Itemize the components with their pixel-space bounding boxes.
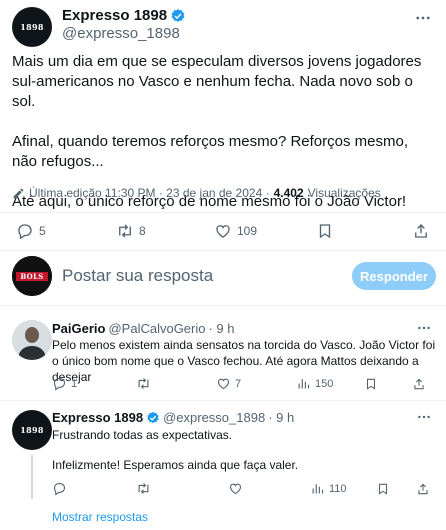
reply-author-handle[interactable]: @expresso_1898	[163, 410, 265, 425]
like-icon	[229, 483, 242, 495]
views-count: 4.402	[273, 186, 304, 200]
reply-icon	[18, 224, 32, 240]
reply-button[interactable]: Responder	[352, 262, 436, 290]
more-icon[interactable]	[416, 409, 432, 425]
avatar-logo-text: 1898	[20, 22, 44, 32]
like-icon	[216, 225, 230, 238]
tweet-action-bar: 5 8 109	[0, 218, 446, 246]
views-count: 150	[315, 377, 334, 390]
like-count: 109	[237, 224, 258, 238]
like-action[interactable]: 7	[216, 376, 241, 391]
author-handle[interactable]: @expresso_1898	[62, 25, 180, 42]
show-replies-link[interactable]: Mostrar respostas	[52, 510, 148, 524]
divider	[0, 400, 446, 401]
verified-badge-icon	[147, 411, 159, 423]
avatar-photo	[12, 320, 52, 360]
reply-author-handle[interactable]: @PalCalvoGerio	[108, 321, 205, 336]
more-icon[interactable]	[416, 320, 432, 336]
tweet-text: Mais um dia em que se especulam diversos…	[12, 52, 436, 232]
share-action[interactable]	[412, 222, 430, 240]
reply-text: Pelo menos existem ainda sensatos na tor…	[52, 338, 436, 384]
author-name[interactable]: Expresso 1898	[62, 7, 167, 24]
reply-author-name[interactable]: PaiGerio	[52, 321, 105, 336]
reply-action[interactable]: 1	[52, 376, 77, 391]
retweet-icon	[138, 378, 149, 389]
divider	[0, 250, 446, 251]
like-count: 7	[235, 377, 242, 390]
thread-connector-line	[31, 455, 33, 499]
reply-author-name[interactable]: Expresso 1898	[52, 410, 143, 425]
bookmark-icon	[319, 224, 331, 239]
tweet-paragraph: Mais um dia em que se especulam diversos…	[12, 53, 422, 110]
reply-icon	[53, 482, 66, 496]
divider	[0, 305, 446, 306]
edit-pencil-icon	[13, 188, 24, 198]
reply-author-avatar[interactable]: 1898	[12, 410, 52, 450]
reply-time[interactable]: · 9 h	[268, 410, 294, 425]
retweet-action[interactable]: 8	[116, 222, 146, 240]
like-action[interactable]	[228, 481, 247, 496]
share-icon[interactable]	[416, 482, 430, 496]
retweet-icon	[119, 224, 131, 238]
verified-badge-icon	[171, 8, 185, 22]
author-avatar[interactable]: 1898	[12, 7, 52, 47]
views-count: 110	[329, 482, 347, 495]
bookmark-icon[interactable]	[364, 377, 378, 391]
views-icon	[298, 379, 310, 389]
more-icon[interactable]	[414, 9, 432, 27]
reply-text-line: Infelizmente! Esperamos ainda que faça v…	[52, 458, 299, 472]
share-icon[interactable]	[412, 377, 426, 391]
like-action[interactable]: 109	[214, 222, 257, 240]
avatar-logo-text: 1898	[20, 425, 44, 435]
like-icon	[217, 378, 230, 390]
bookmark-action[interactable]	[316, 222, 334, 240]
reply-action[interactable]	[52, 481, 71, 496]
reply-author-avatar[interactable]	[12, 320, 52, 360]
retweet-count: 8	[139, 224, 146, 238]
views-action[interactable]: 110	[310, 481, 347, 496]
tweet-paragraph: Afinal, quando teremos reforços mesmo? R…	[12, 133, 408, 170]
bookmark-icon[interactable]	[376, 482, 390, 496]
views-action[interactable]: 150	[296, 376, 333, 391]
edit-info-row: Última edição 11:30 PM · 23 de jan de 20…	[12, 186, 381, 200]
share-icon	[415, 224, 427, 238]
reply-author-row: Expresso 1898 @expresso_1898 · 9 h	[52, 410, 294, 425]
avatar-logo-text: BOLS	[20, 271, 44, 281]
views-label: Visualizações	[307, 186, 381, 200]
retweet-action[interactable]	[136, 481, 155, 496]
divider	[0, 212, 446, 213]
reply-input[interactable]: Postar sua resposta	[62, 266, 213, 286]
retweet-action[interactable]	[136, 376, 155, 391]
reply-icon	[53, 377, 66, 391]
retweet-icon	[138, 483, 149, 494]
views-icon	[312, 484, 324, 494]
reply-author-row: PaiGerio @PalCalvoGerio · 9 h	[52, 321, 235, 336]
reply-action[interactable]: 5	[16, 222, 46, 240]
reply-count: 5	[39, 224, 46, 238]
reply-time[interactable]: · 9 h	[208, 321, 234, 336]
author-name-row: Expresso 1898	[62, 7, 186, 24]
current-user-avatar[interactable]: BOLS	[12, 256, 52, 296]
reply-count: 1	[71, 377, 78, 390]
edit-timestamp[interactable]: Última edição 11:30 PM · 23 de jan de 20…	[29, 186, 270, 200]
reply-text-line: Frustrando todas as expectativas.	[52, 428, 233, 442]
